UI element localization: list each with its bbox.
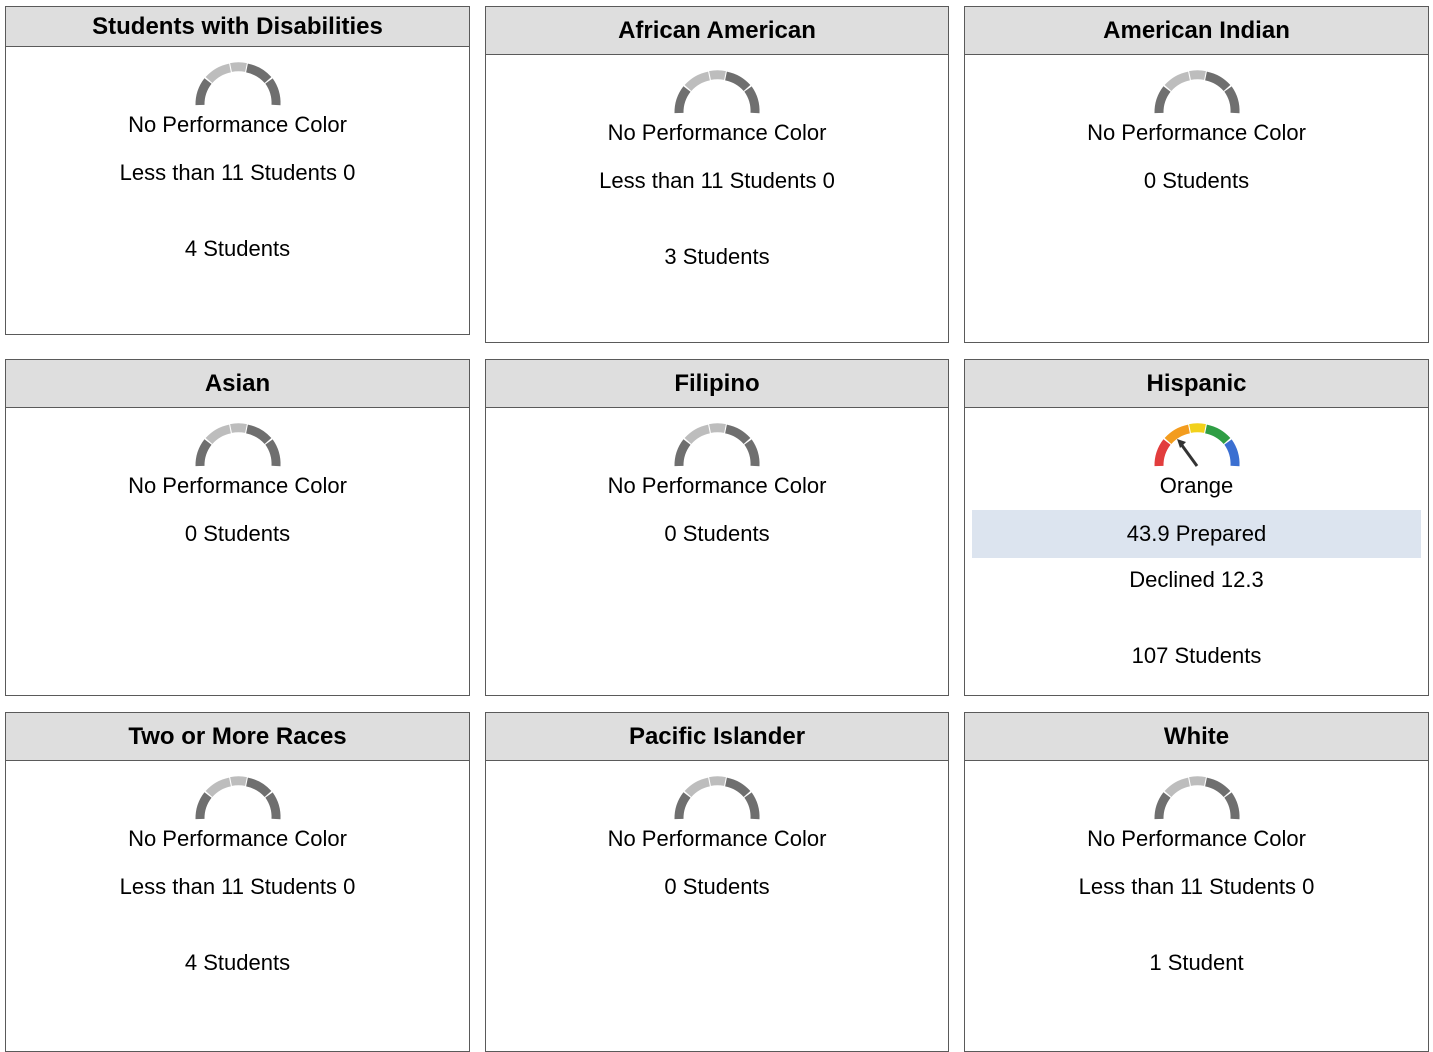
student-count: 4 Students: [184, 950, 291, 975]
performance-color-label: No Performance Color: [128, 826, 347, 851]
card-title: Filipino: [486, 360, 948, 408]
performance-color-label: No Performance Color: [128, 112, 347, 137]
status-line: Less than 11 Students 0: [599, 168, 835, 193]
card-title: American Indian: [965, 7, 1428, 55]
student-count: 4 Students: [184, 236, 291, 261]
student-count: 3 Students: [664, 244, 770, 269]
student-count: 0 Students: [1143, 168, 1250, 193]
card-title: Pacific Islander: [486, 713, 948, 761]
card-title: African American: [486, 7, 948, 55]
card-two-or-more-races: Two or More Races No Performance Color L…: [5, 712, 470, 1052]
performance-color-label: No Performance Color: [607, 826, 827, 851]
card-title: Two or More Races: [6, 713, 469, 761]
performance-color-label: No Performance Color: [1087, 120, 1306, 145]
change-line: Declined 12.3: [1129, 567, 1264, 592]
card-students-with-disabilities: Students with Disabilities No Performanc…: [5, 6, 470, 335]
gauge-grey-icon: [674, 70, 760, 114]
performance-color-label: Orange: [1159, 473, 1234, 498]
card-title: Hispanic: [965, 360, 1428, 408]
gauge-grey-icon: [1154, 70, 1240, 114]
card-title: Asian: [6, 360, 469, 408]
student-count: 1 Student: [1149, 950, 1244, 975]
gauge-grey-icon: [674, 776, 760, 820]
status-line: Less than 11 Students 0: [119, 874, 356, 899]
gauge-grey-icon: [195, 776, 281, 820]
card-hispanic: Hispanic Orange 43.9 Prepared Declined 1…: [964, 359, 1429, 696]
performance-color-label: No Performance Color: [1087, 826, 1306, 851]
gauge-grey-icon: [674, 423, 760, 467]
student-count: 0 Students: [184, 521, 291, 546]
status-line: 43.9 Prepared: [972, 510, 1421, 558]
card-asian: Asian No Performance Color 0 Students: [5, 359, 470, 696]
card-title: Students with Disabilities: [6, 7, 469, 47]
performance-color-label: No Performance Color: [607, 120, 827, 145]
gauge-grey-icon: [195, 62, 281, 106]
card-title: White: [965, 713, 1428, 761]
performance-color-label: No Performance Color: [607, 473, 827, 498]
status-line: Less than 11 Students 0: [119, 160, 356, 185]
card-white: White No Performance Color Less than 11 …: [964, 712, 1429, 1052]
student-count: 0 Students: [664, 874, 770, 899]
status-line: Less than 11 Students 0: [1078, 874, 1315, 899]
gauge-grey-icon: [195, 423, 281, 467]
gauge-orange-icon: [1154, 423, 1240, 467]
student-count: 107 Students: [1131, 643, 1262, 668]
performance-color-label: No Performance Color: [128, 473, 347, 498]
gauge-grey-icon: [1154, 776, 1240, 820]
student-count: 0 Students: [664, 521, 770, 546]
card-american-indian: American Indian No Performance Color 0 S…: [964, 6, 1429, 343]
card-pacific-islander: Pacific Islander No Performance Color 0 …: [485, 712, 949, 1052]
card-filipino: Filipino No Performance Color 0 Students: [485, 359, 949, 696]
card-african-american: African American No Performance Color Le…: [485, 6, 949, 343]
